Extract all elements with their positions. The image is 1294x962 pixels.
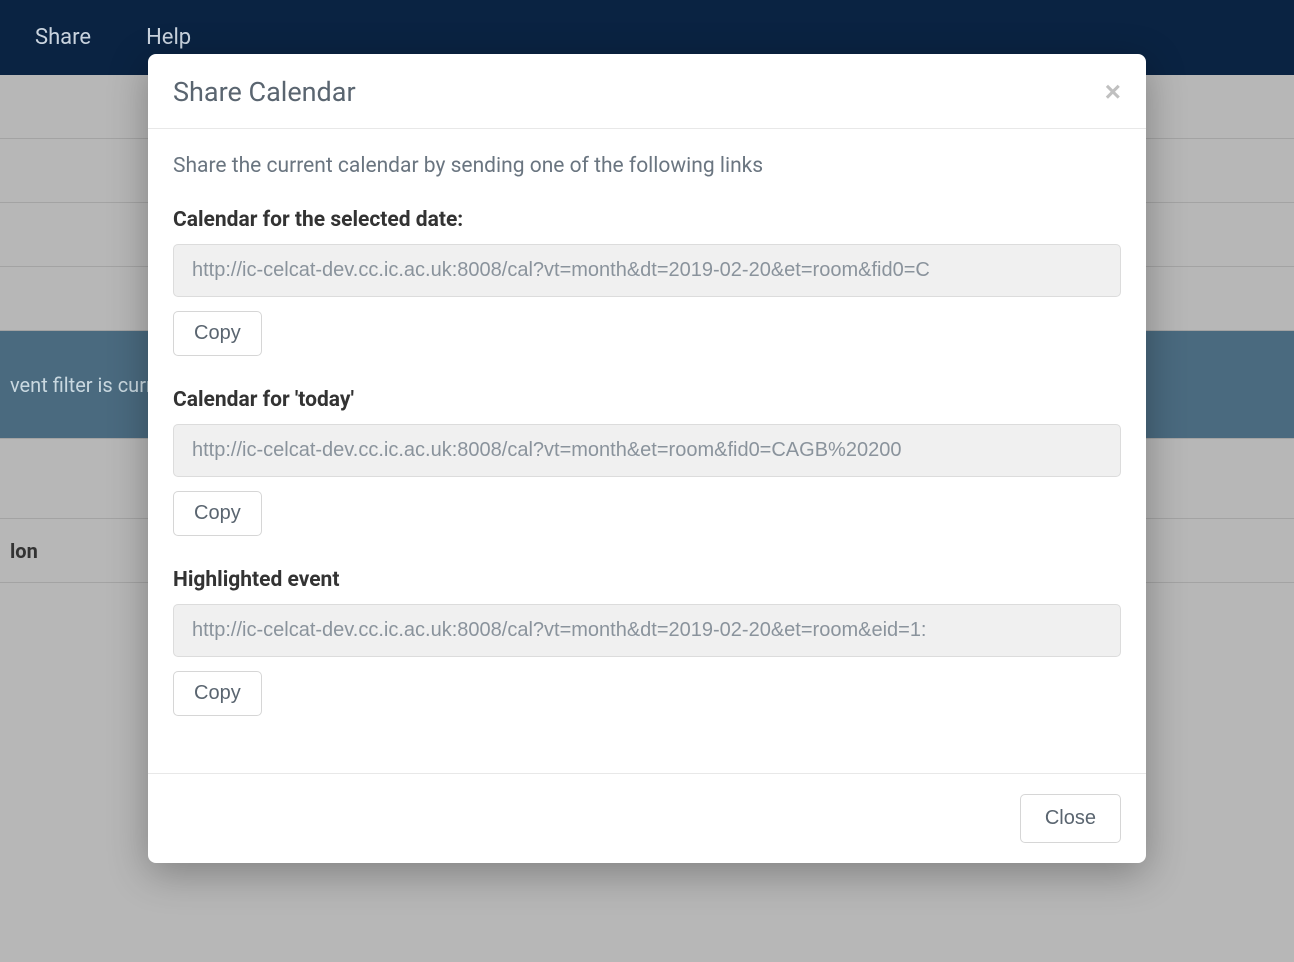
- share-label: Calendar for 'today': [173, 388, 1121, 412]
- close-icon[interactable]: ×: [1105, 78, 1121, 106]
- url-input-today[interactable]: [173, 424, 1121, 477]
- copy-button-selected-date[interactable]: Copy: [173, 311, 262, 356]
- share-section-highlighted-event: Highlighted event Copy: [173, 568, 1121, 716]
- url-input-selected-date[interactable]: [173, 244, 1121, 297]
- share-section-today: Calendar for 'today' Copy: [173, 388, 1121, 536]
- url-input-highlighted-event[interactable]: [173, 604, 1121, 657]
- share-section-selected-date: Calendar for the selected date: Copy: [173, 208, 1121, 356]
- modal-footer: Close: [148, 773, 1146, 863]
- nav-share[interactable]: Share: [20, 15, 106, 60]
- copy-button-highlighted-event[interactable]: Copy: [173, 671, 262, 716]
- modal-header: Share Calendar ×: [148, 54, 1146, 129]
- modal-intro-text: Share the current calendar by sending on…: [173, 154, 1121, 178]
- modal-title: Share Calendar: [173, 76, 356, 108]
- modal-body: Share the current calendar by sending on…: [148, 129, 1146, 773]
- copy-button-today[interactable]: Copy: [173, 491, 262, 536]
- close-button[interactable]: Close: [1020, 794, 1121, 843]
- modal-backdrop: Share Calendar × Share the current calen…: [0, 0, 1294, 962]
- share-label: Calendar for the selected date:: [173, 208, 1121, 232]
- share-calendar-modal: Share Calendar × Share the current calen…: [148, 54, 1146, 863]
- share-label: Highlighted event: [173, 568, 1121, 592]
